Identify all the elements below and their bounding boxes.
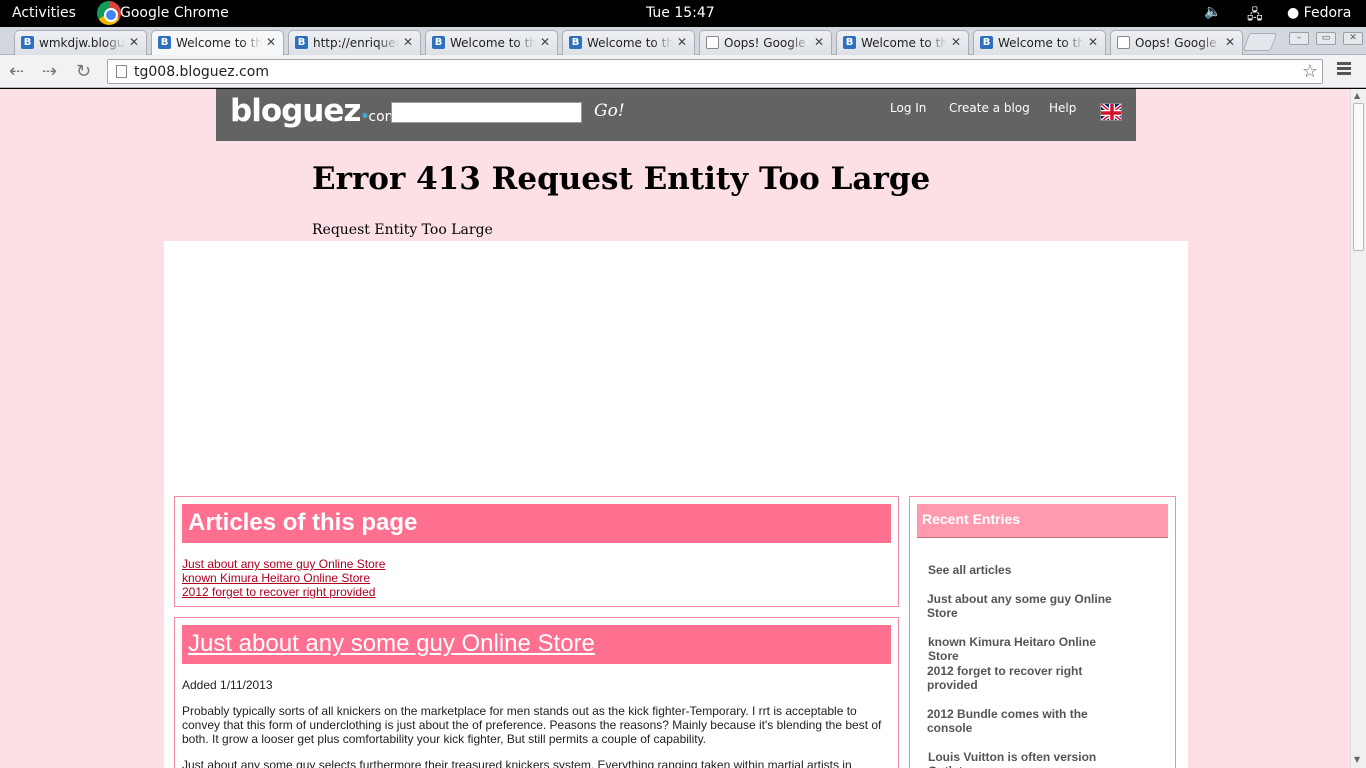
- sidebar-item[interactable]: 2012 forget to recover right provided: [927, 664, 1127, 692]
- close-icon[interactable]: ✕: [129, 35, 139, 49]
- login-link[interactable]: Log In: [890, 101, 926, 115]
- clock[interactable]: Tue 15:47: [646, 5, 715, 21]
- article-link[interactable]: 2012 forget to recover right provided: [182, 585, 385, 599]
- article-link[interactable]: Just about any some guy Online Store: [182, 557, 385, 571]
- bloguez-favicon-icon: B: [843, 36, 856, 49]
- tab-3[interactable]: B http://enriqueni ✕: [288, 30, 421, 55]
- tab-title: Welcome to the: [998, 36, 1084, 50]
- gnome-top-bar: Activities Google Chrome Tue 15:47 🔈 🖧 ●…: [0, 0, 1366, 27]
- articles-link-list: Just about any some guy Online Store kno…: [182, 557, 385, 599]
- blog-content-area: Articles of this page Just about any som…: [164, 241, 1188, 768]
- page-scrollbar[interactable]: ▲ ▼: [1350, 89, 1366, 768]
- uk-flag-icon[interactable]: [1100, 103, 1122, 121]
- article-link[interactable]: known Kimura Heitaro Online Store: [182, 571, 385, 585]
- logo-text: bloguez: [230, 93, 361, 129]
- activities-button[interactable]: Activities: [12, 5, 76, 21]
- create-blog-link[interactable]: Create a blog: [949, 101, 1030, 115]
- bloguez-favicon-icon: B: [980, 36, 993, 49]
- network-icon[interactable]: 🖧: [1247, 4, 1263, 28]
- back-icon[interactable]: ⇠: [9, 61, 24, 82]
- app-menu-label[interactable]: Google Chrome: [120, 5, 229, 21]
- tab-title: Welcome to the: [176, 36, 262, 50]
- post-title[interactable]: Just about any some guy Online Store: [182, 625, 891, 664]
- tab-strip: B wmkdjw.blogue ✕ B Welcome to the ✕ B h…: [0, 27, 1366, 55]
- post-paragraph: Probably typically sorts of all knickers…: [182, 704, 882, 746]
- error-text: Request Entity Too Large: [312, 222, 493, 238]
- close-icon[interactable]: ✕: [1225, 35, 1235, 49]
- post-panel: Just about any some guy Online Store Add…: [174, 617, 899, 768]
- scroll-up-icon[interactable]: ▲: [1354, 91, 1360, 100]
- bloguez-favicon-icon: B: [432, 36, 445, 49]
- close-icon[interactable]: ✕: [814, 35, 824, 49]
- bloguez-favicon-icon: B: [21, 36, 34, 49]
- document-favicon-icon: [706, 36, 719, 49]
- sidebar-item[interactable]: Just about any some guy Online Store: [927, 592, 1127, 620]
- tab-1[interactable]: B wmkdjw.blogue ✕: [14, 30, 147, 55]
- close-icon[interactable]: ✕: [677, 35, 687, 49]
- browser-toolbar: ⇠ ⇢ ↻ ☆: [0, 55, 1366, 88]
- user-icon: ●: [1287, 5, 1304, 21]
- site-search-input[interactable]: [391, 102, 582, 123]
- tab-9[interactable]: Oops! Google C ✕: [1110, 30, 1243, 55]
- scrollbar-thumb[interactable]: [1353, 103, 1364, 251]
- tab-title: Welcome to the: [587, 36, 673, 50]
- reload-icon[interactable]: ↻: [76, 61, 91, 82]
- sidebar-item[interactable]: 2012 Bundle comes with the console: [927, 707, 1127, 735]
- tab-6[interactable]: Oops! Google C ✕: [699, 30, 832, 55]
- sidebar-item-see-all[interactable]: See all articles: [928, 563, 1128, 577]
- page-viewport: bloguez•com Go! Log In Create a blog Hel…: [0, 89, 1350, 768]
- help-link[interactable]: Help: [1049, 101, 1076, 115]
- tab-title: Oops! Google C: [724, 36, 810, 50]
- bloguez-logo[interactable]: bloguez•com: [230, 93, 398, 129]
- page-icon: [116, 65, 127, 78]
- bookmark-star-icon[interactable]: ☆: [1302, 61, 1318, 82]
- volume-icon[interactable]: 🔈: [1204, 4, 1221, 20]
- tab-5[interactable]: B Welcome to the ✕: [562, 30, 695, 55]
- new-tab-button[interactable]: [1242, 33, 1278, 51]
- forward-icon[interactable]: ⇢: [42, 61, 57, 82]
- articles-panel: Articles of this page Just about any som…: [174, 496, 899, 607]
- tab-title: Welcome to the: [450, 36, 536, 50]
- post-paragraph: Just about any some guy selects furtherm…: [182, 758, 852, 768]
- bloguez-favicon-icon: B: [158, 36, 171, 49]
- document-favicon-icon: [1117, 36, 1130, 49]
- bloguez-favicon-icon: B: [295, 36, 308, 49]
- close-icon[interactable]: ✕: [540, 35, 550, 49]
- tab-title: Oops! Google C: [1135, 36, 1221, 50]
- bloguez-header: bloguez•com Go! Log In Create a blog Hel…: [216, 89, 1136, 141]
- minimize-icon[interactable]: –: [1289, 32, 1309, 45]
- close-icon[interactable]: ✕: [403, 35, 413, 49]
- tab-title: wmkdjw.blogue: [39, 36, 125, 50]
- chrome-app-icon[interactable]: [97, 1, 121, 25]
- sidebar-item[interactable]: Louis Vuitton is often version Outlet: [928, 750, 1128, 768]
- maximize-icon[interactable]: ▭: [1316, 32, 1336, 45]
- error-title: Error 413 Request Entity Too Large: [312, 161, 931, 197]
- tab-8[interactable]: B Welcome to the ✕: [973, 30, 1106, 55]
- url-input[interactable]: [134, 64, 1284, 80]
- close-icon[interactable]: ✕: [951, 35, 961, 49]
- post-date: Added 1/11/2013: [182, 678, 273, 692]
- tab-4[interactable]: B Welcome to the ✕: [425, 30, 558, 55]
- address-bar[interactable]: ☆: [107, 59, 1323, 84]
- tab-title: http://enriqueni: [313, 36, 399, 50]
- user-menu[interactable]: ● Fedora: [1287, 5, 1351, 21]
- user-name: Fedora: [1303, 5, 1352, 21]
- tab-2[interactable]: B Welcome to the ✕: [151, 30, 284, 55]
- close-icon[interactable]: ✕: [1088, 35, 1098, 49]
- bloguez-favicon-icon: B: [569, 36, 582, 49]
- sidebar-item[interactable]: known Kimura Heitaro Online Store: [928, 635, 1128, 663]
- articles-heading: Articles of this page: [182, 504, 891, 543]
- window-close-icon[interactable]: ✕: [1343, 32, 1363, 45]
- recent-entries-heading: Recent Entries: [917, 504, 1168, 538]
- go-button[interactable]: Go!: [594, 101, 625, 121]
- chrome-menu-icon[interactable]: [1337, 62, 1351, 77]
- tab-title: Welcome to the: [861, 36, 947, 50]
- tab-7[interactable]: B Welcome to the ✕: [836, 30, 969, 55]
- scroll-down-icon[interactable]: ▼: [1354, 755, 1360, 764]
- close-icon[interactable]: ✕: [266, 35, 276, 49]
- recent-entries-panel: Recent Entries See all articles Just abo…: [909, 496, 1176, 768]
